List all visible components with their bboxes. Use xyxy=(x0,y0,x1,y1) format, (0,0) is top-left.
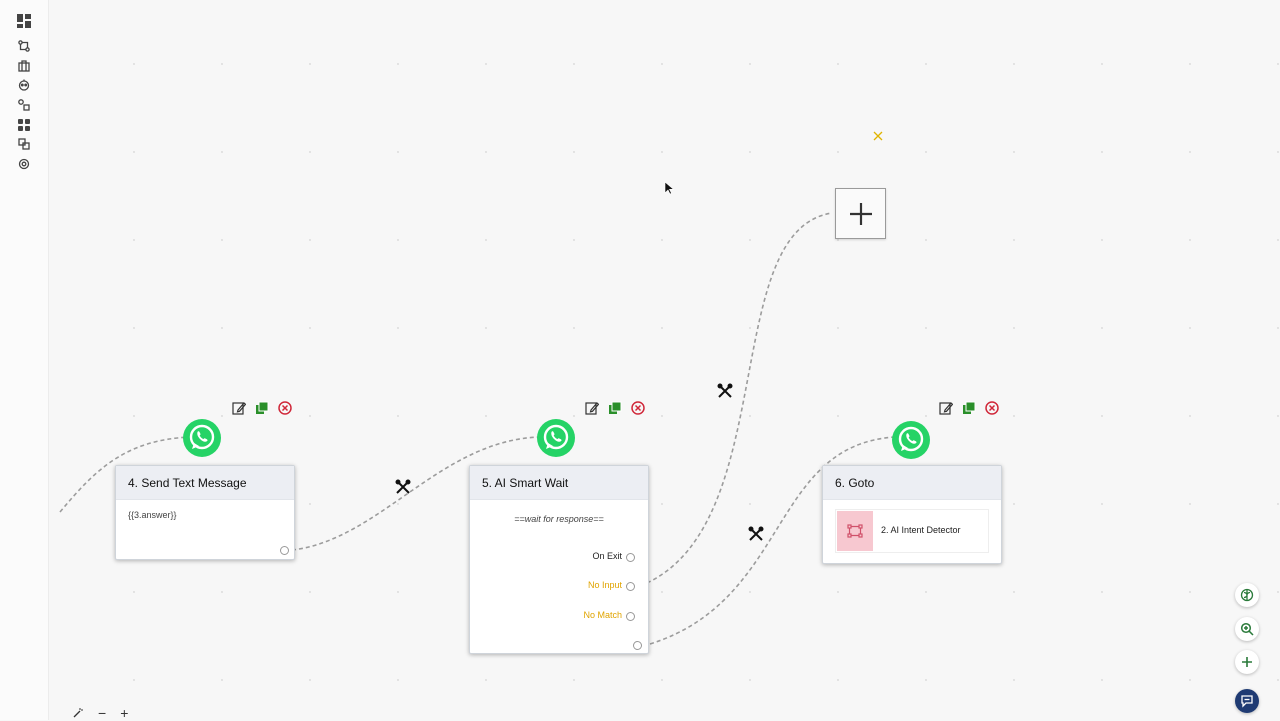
apps-icon[interactable] xyxy=(16,117,32,133)
whatsapp-icon xyxy=(182,418,222,458)
whatsapp-icon xyxy=(891,420,931,460)
goto-target-label: 2. AI Intent Detector xyxy=(881,525,961,535)
node-send-text-message[interactable]: 4. Send Text Message {{3.answer}} xyxy=(115,465,295,560)
zoom-in-button[interactable]: + xyxy=(120,705,128,721)
close-marker-icon[interactable] xyxy=(872,129,884,141)
wait-subtitle: ==wait for response== xyxy=(514,514,604,524)
disconnect-icon[interactable] xyxy=(748,526,764,542)
delete-icon[interactable] xyxy=(984,400,1000,416)
edit-icon[interactable] xyxy=(231,400,247,416)
zoom-search-icon xyxy=(1240,622,1254,636)
intent-detector-icon xyxy=(837,511,873,551)
output-port[interactable] xyxy=(633,641,642,650)
delete-icon[interactable] xyxy=(630,400,646,416)
brain-ai-button[interactable] xyxy=(1235,583,1259,607)
node-ai-smart-wait[interactable]: 5. AI Smart Wait ==wait for response== O… xyxy=(469,465,649,654)
output-port[interactable] xyxy=(280,546,289,555)
no-input-port[interactable] xyxy=(626,582,635,591)
on-exit-label: On Exit xyxy=(592,551,622,561)
goto-target-card[interactable]: 2. AI Intent Detector xyxy=(835,509,989,553)
left-sidebar xyxy=(0,0,49,720)
node-title: 4. Send Text Message xyxy=(116,466,294,500)
flows-icon[interactable] xyxy=(16,38,32,54)
flow-canvas[interactable] xyxy=(60,0,1280,720)
plus-icon xyxy=(849,202,872,225)
message-text: {{3.answer}} xyxy=(128,510,177,520)
bottom-toolbar: − + xyxy=(72,705,128,721)
dashboard-icon[interactable] xyxy=(16,13,32,29)
no-match-label: No Match xyxy=(583,610,622,620)
magic-wand-icon[interactable] xyxy=(72,707,84,719)
node-title: 5. AI Smart Wait xyxy=(470,466,648,500)
layers-icon[interactable] xyxy=(16,136,32,152)
briefcase-icon[interactable] xyxy=(16,58,32,74)
no-match-port[interactable] xyxy=(626,612,635,621)
add-node-round-button[interactable] xyxy=(1235,650,1259,674)
settings-icon[interactable] xyxy=(16,156,32,172)
no-input-label: No Input xyxy=(587,580,622,590)
disconnect-icon[interactable] xyxy=(395,479,411,495)
edit-icon[interactable] xyxy=(938,400,954,416)
chat-icon xyxy=(1241,695,1253,708)
copy-icon[interactable] xyxy=(607,400,623,416)
zoom-out-button[interactable]: − xyxy=(98,705,106,721)
on-exit-port[interactable] xyxy=(626,553,635,562)
disconnect-icon[interactable] xyxy=(717,383,733,399)
mouse-cursor-icon xyxy=(664,181,675,195)
copy-icon[interactable] xyxy=(961,400,977,416)
bot-icon[interactable] xyxy=(16,77,32,93)
edit-icon[interactable] xyxy=(584,400,600,416)
node-title: 6. Goto xyxy=(823,466,1001,500)
add-node-button[interactable] xyxy=(835,188,886,239)
copy-icon[interactable] xyxy=(254,400,270,416)
delete-icon[interactable] xyxy=(277,400,293,416)
node-5-toolbar xyxy=(584,400,646,416)
brain-icon xyxy=(1240,588,1254,602)
chat-button[interactable] xyxy=(1235,689,1259,713)
zoom-fit-button[interactable] xyxy=(1235,617,1259,641)
node-body: {{3.answer}} xyxy=(120,502,290,542)
node-6-toolbar xyxy=(938,400,1000,416)
node-4-toolbar xyxy=(231,400,293,416)
plus-icon xyxy=(1242,657,1252,667)
shapes-icon[interactable] xyxy=(16,97,32,113)
whatsapp-icon xyxy=(536,418,576,458)
